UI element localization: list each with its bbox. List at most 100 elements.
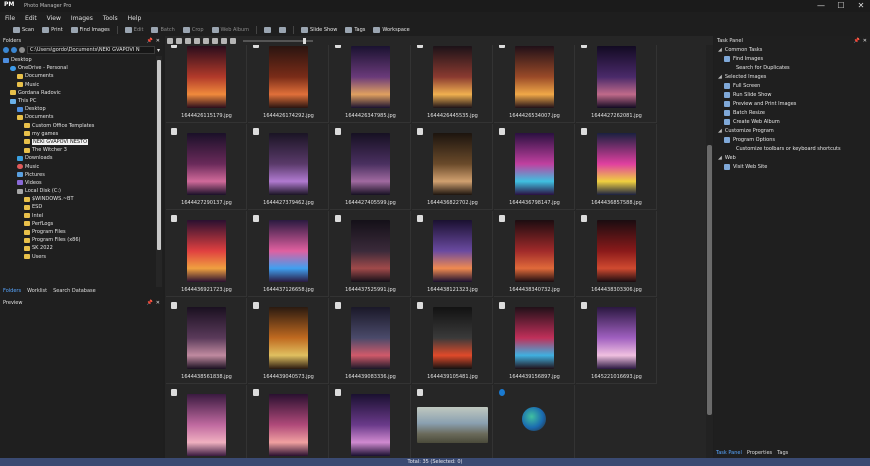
delete-icon[interactable] — [230, 37, 236, 44]
folder-tree-item[interactable]: Music — [0, 81, 155, 89]
thumbnail-item[interactable]: 1644436822702.jpg — [412, 124, 493, 210]
thumbnail-image[interactable] — [597, 307, 636, 369]
thumbnail-item[interactable]: 1645221016693.jpg — [576, 298, 657, 384]
web-album-button[interactable]: Web Album — [209, 27, 253, 33]
folder-tree-item[interactable]: Gordana Radovic — [0, 89, 155, 97]
task-section-customize-program[interactable]: ◢ Customize Program — [714, 126, 870, 135]
thumbnail-image[interactable] — [187, 133, 226, 195]
collapse-arrow-icon[interactable]: ◢ — [718, 74, 722, 80]
find-images-button[interactable]: Find Images — [68, 27, 113, 33]
up-button[interactable] — [19, 47, 25, 53]
thumbnail-image[interactable] — [351, 46, 390, 108]
folder-tree-item[interactable]: OneDrive - Personal — [0, 64, 155, 72]
copy-icon[interactable] — [212, 37, 218, 44]
back-button[interactable] — [3, 47, 9, 53]
thumbnail-item[interactable]: 1645221042955.jpg — [166, 385, 247, 458]
sort-icon[interactable] — [185, 37, 191, 44]
task-link-customize-toolbars-or-keyboard-shortcuts[interactable]: Customize toolbars or keyboard shortcuts — [714, 144, 870, 153]
print-button[interactable]: Print — [39, 27, 66, 33]
thumbnail-item[interactable]: 1644439040573.jpg — [248, 298, 329, 384]
thumbnail-image[interactable] — [515, 133, 554, 195]
workspace-button[interactable]: Workspace — [370, 27, 412, 33]
scrollbar-thumb[interactable] — [707, 145, 712, 415]
folder-tree-scrollbar[interactable] — [156, 56, 162, 287]
task-link-program-options[interactable]: Program Options — [714, 135, 870, 144]
filter-icon[interactable] — [194, 37, 200, 44]
thumbnail-item[interactable]: 1644426534007.jpg — [494, 45, 575, 123]
close-icon[interactable]: ✕ — [156, 300, 160, 306]
menu-view[interactable]: View — [42, 15, 66, 22]
task-link-full-screen[interactable]: Full Screen — [714, 81, 870, 90]
folder-tree-item[interactable]: This PC — [0, 97, 155, 105]
task-section-selected-images[interactable]: ◢ Selected Images — [714, 72, 870, 81]
collapse-arrow-icon[interactable]: ◢ — [718, 128, 722, 134]
folder-tree-item[interactable]: Videos — [0, 179, 155, 187]
thumbnail-scrollbar[interactable] — [706, 45, 713, 458]
task-section-web[interactable]: ◢ Web — [714, 153, 870, 162]
thumbnail-item[interactable]: 1644438340732.jpg — [494, 211, 575, 297]
tags-button[interactable]: Tags — [342, 27, 368, 33]
folder-tree-item[interactable]: Documents — [0, 72, 155, 80]
thumbnail-item[interactable]: 1644426174292.jpg — [248, 45, 329, 123]
thumbnail-image[interactable] — [187, 307, 226, 369]
thumbnail-item[interactable]: 1644439105481.jpg — [412, 298, 493, 384]
task-link-search-for-duplicates[interactable]: Search for Duplicates — [714, 63, 870, 72]
scrollbar-thumb[interactable] — [157, 60, 161, 250]
thumbnail-item[interactable]: tvrdjava001.png.png — [412, 385, 493, 458]
pin-icon[interactable]: 📌 — [854, 38, 860, 44]
folder-tree-item[interactable]: NEKI GVAPOVI NESTO — [0, 138, 155, 146]
folder-tree-item[interactable]: Desktop — [0, 105, 155, 113]
thumbnail-item[interactable]: 1644436921723.jpg — [166, 211, 247, 297]
task-link-create-web-album[interactable]: Create Web Album — [714, 117, 870, 126]
thumbnail-image[interactable] — [187, 220, 226, 282]
thumbnail-image[interactable] — [351, 394, 390, 456]
thumbnail-item[interactable]: 1645221424478.jpg — [248, 385, 329, 458]
folder-tree-item[interactable]: Program Files (x86) — [0, 236, 155, 244]
rotate-right-button[interactable] — [276, 27, 289, 33]
thumbnail-item[interactable]: 1644427405599.jpg — [330, 124, 411, 210]
thumbnail-image[interactable] — [515, 46, 554, 108]
folder-tree-item[interactable]: my games — [0, 130, 155, 138]
thumbnail-item[interactable]: 1644438121323.jpg — [412, 211, 493, 297]
menu-help[interactable]: Help — [123, 15, 147, 22]
thumbnail-item[interactable]: 1644438561838.jpg — [166, 298, 247, 384]
folder-tree-item[interactable]: Desktop — [0, 56, 155, 64]
thumbnail-image[interactable] — [269, 394, 308, 456]
folder-options-icon[interactable]: ▾ — [157, 47, 160, 54]
menu-tools[interactable]: Tools — [98, 15, 123, 22]
pin-icon[interactable]: 📌 — [147, 300, 153, 306]
view-mode-icon[interactable] — [167, 37, 173, 44]
task-link-visit-web-site[interactable]: Visit Web Site — [714, 162, 870, 171]
tab-tags[interactable]: Tags — [777, 450, 788, 458]
zoom-slider-knob[interactable] — [303, 37, 306, 44]
edit-button[interactable]: Edit — [122, 27, 147, 33]
menu-edit[interactable]: Edit — [20, 15, 42, 22]
folder-tree-item[interactable]: SK 2022 — [0, 244, 155, 252]
thumbnail-item[interactable]: 1644439083336.jpg — [330, 298, 411, 384]
thumbnail-image[interactable] — [522, 407, 546, 431]
scan-button[interactable]: Scan — [10, 27, 37, 33]
task-link-batch-resize[interactable]: Batch Resize — [714, 108, 870, 117]
thumbnail-item[interactable]: 1644436857588.jpg — [576, 124, 657, 210]
crop-button[interactable]: Crop — [180, 27, 207, 33]
thumbnail-image[interactable] — [515, 307, 554, 369]
folder-tree-item[interactable]: PerfLogs — [0, 220, 155, 228]
paste-icon[interactable] — [221, 37, 227, 44]
slide-show-button[interactable]: Slide Show — [298, 27, 340, 33]
task-link-run-slide-show[interactable]: Run Slide Show — [714, 90, 870, 99]
thumbnail-item[interactable]: 1644427379462.jpg — [248, 124, 329, 210]
thumbnail-image[interactable] — [597, 220, 636, 282]
thumbnail-image[interactable] — [351, 220, 390, 282]
cut-icon[interactable] — [203, 37, 209, 44]
task-link-find-images[interactable]: Find Images — [714, 54, 870, 63]
thumbnail-item[interactable]: 1645221455116.jpg — [330, 385, 411, 458]
folder-tree-item[interactable]: Downloads — [0, 154, 155, 162]
details-view-icon[interactable] — [176, 37, 182, 44]
thumbnail-image[interactable] — [269, 307, 308, 369]
tab-task-panel[interactable]: Task Panel — [716, 450, 742, 458]
thumbnail-image[interactable] — [433, 46, 472, 108]
thumbnail-image[interactable] — [433, 220, 472, 282]
thumbnail-item[interactable]: 1644436798147.jpg — [494, 124, 575, 210]
path-input[interactable]: C:\Users\gordo\Documents\NEKI GVAPOVI N — [27, 46, 155, 54]
folder-tree-item[interactable]: $WINDOWS.~BT — [0, 195, 155, 203]
